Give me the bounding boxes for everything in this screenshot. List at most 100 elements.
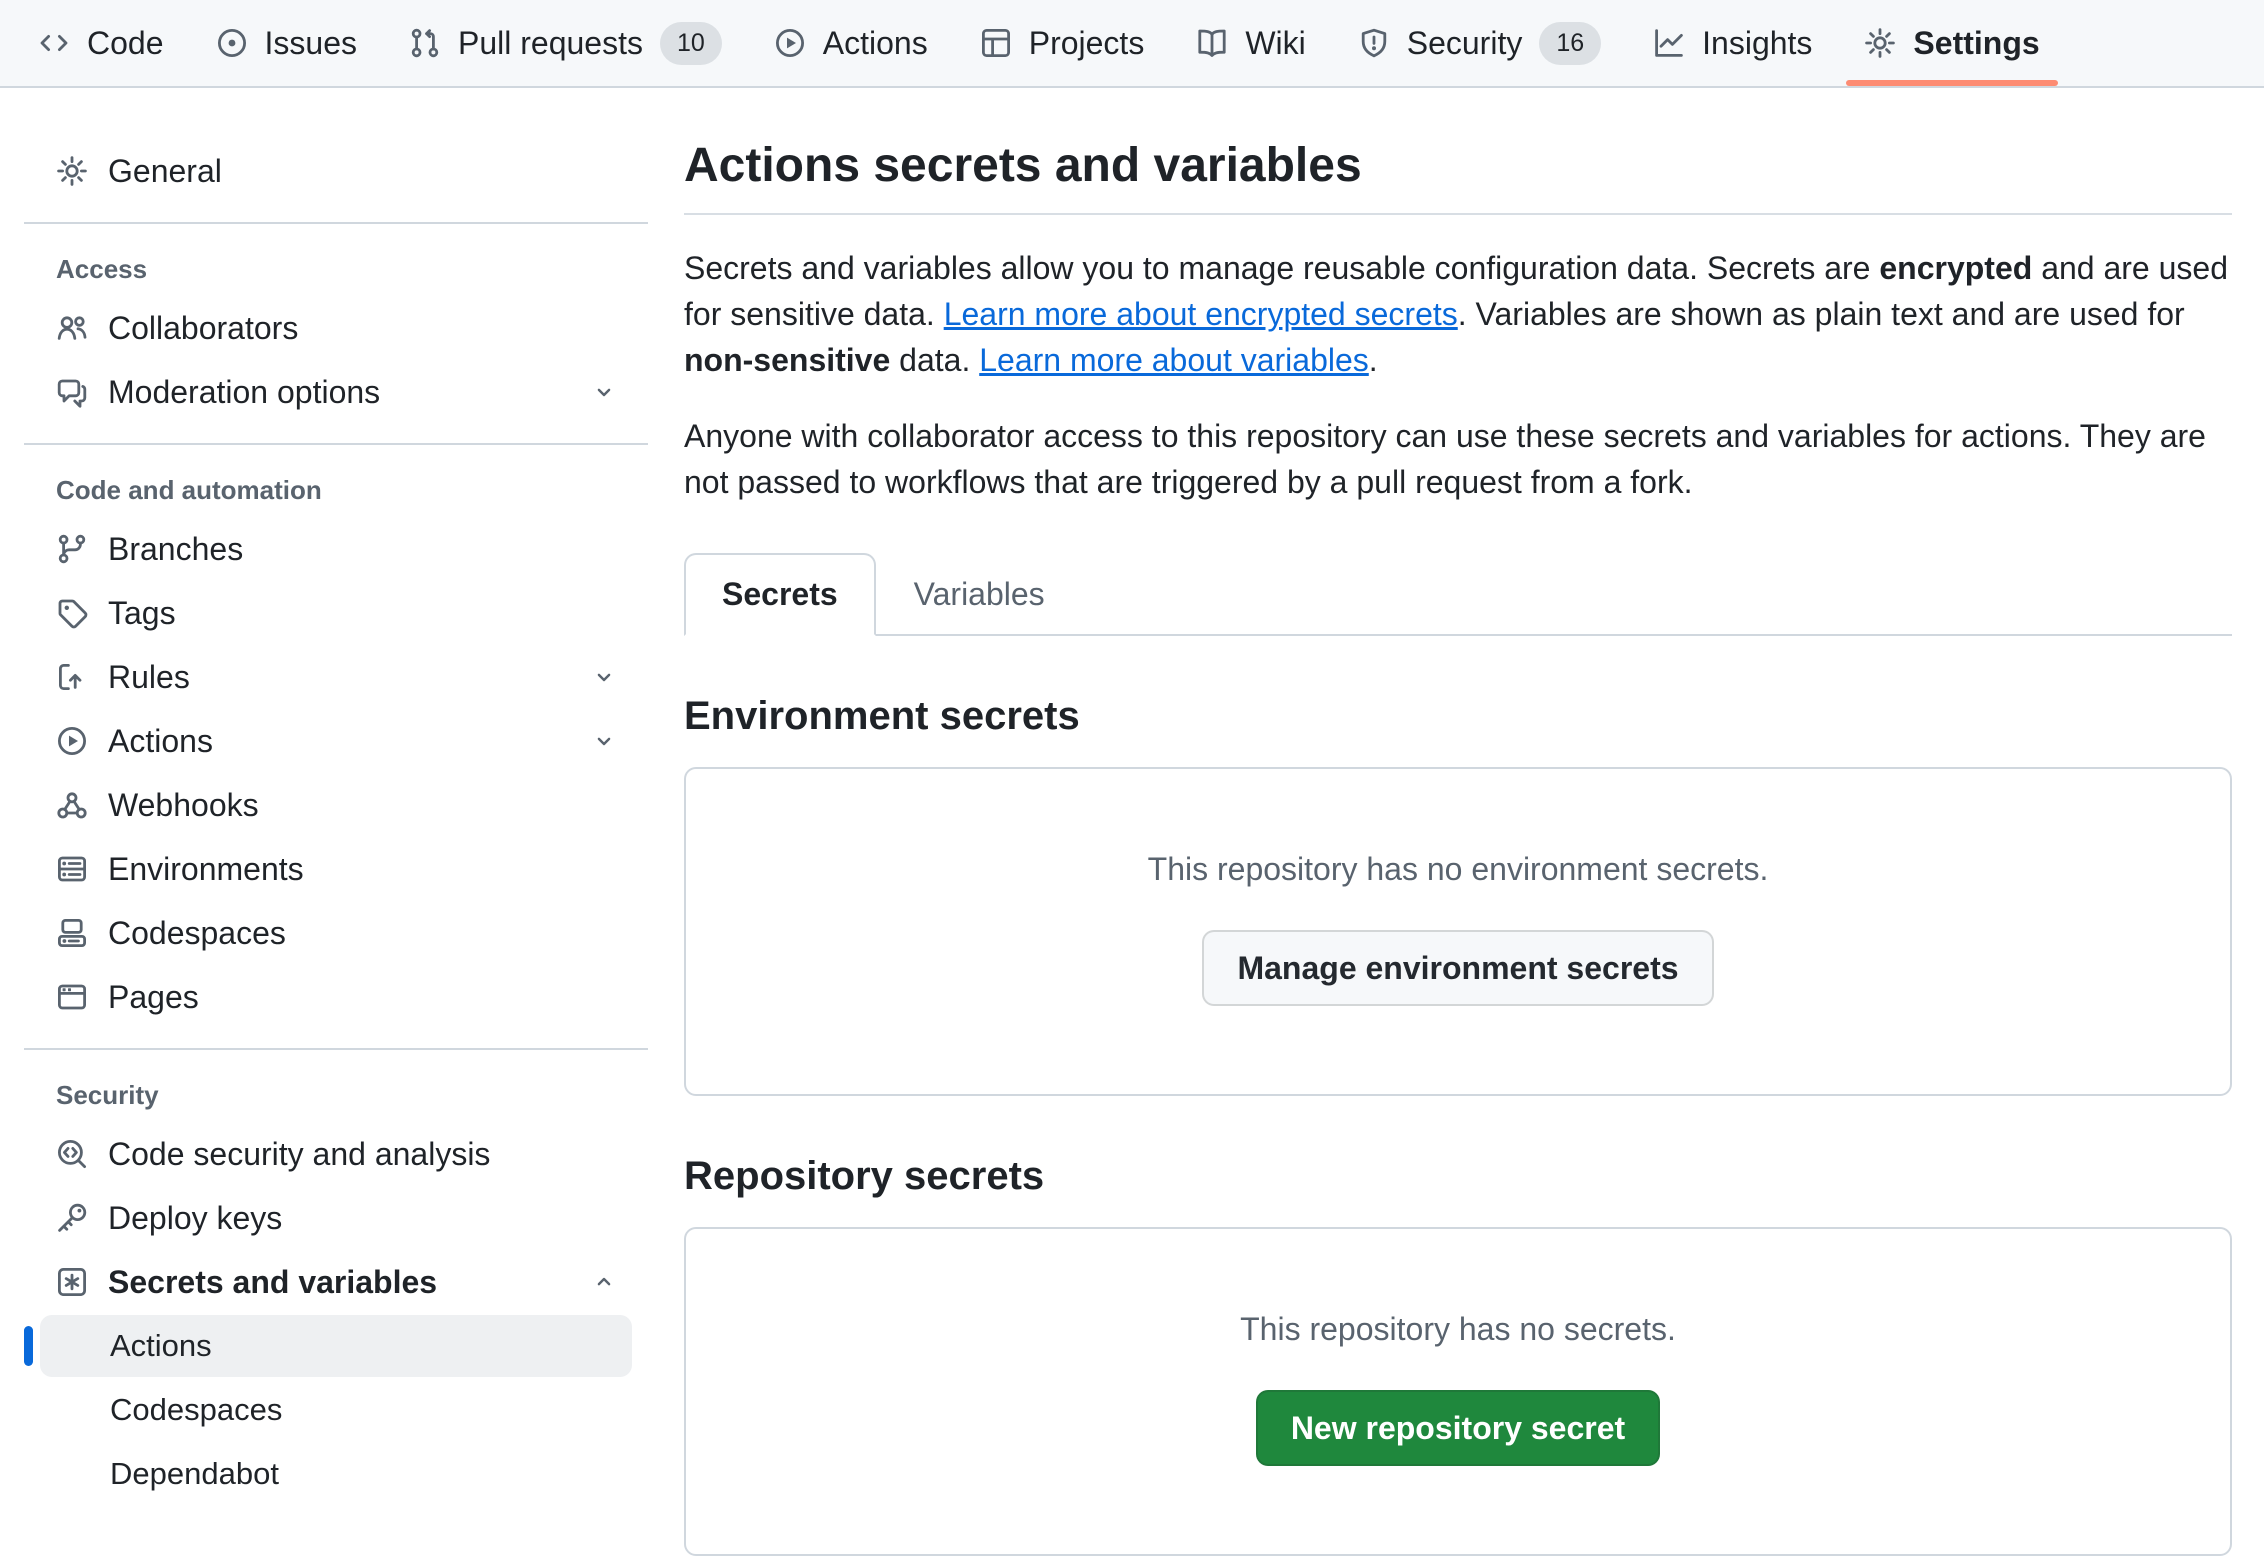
intro-text: . xyxy=(1369,342,1378,378)
environment-secrets-empty-box: This repository has no environment secre… xyxy=(684,767,2232,1096)
sidebar-item-label: General xyxy=(108,153,222,190)
sidebar-item-branches[interactable]: Branches xyxy=(40,518,632,580)
comment-discussion-icon xyxy=(56,376,88,408)
secrets-variables-tabnav: Secrets Variables xyxy=(684,553,2232,636)
sidebar-divider xyxy=(24,1048,648,1050)
sidebar-item-rules[interactable]: Rules xyxy=(40,646,632,708)
sidebar-item-environments[interactable]: Environments xyxy=(40,838,632,900)
link-learn-more-variables[interactable]: Learn more about variables xyxy=(979,342,1369,378)
sidebar-item-label: Deploy keys xyxy=(108,1200,282,1237)
environment-secrets-empty-text: This repository has no environment secre… xyxy=(726,851,2190,888)
gear-icon xyxy=(56,155,88,187)
sidebar-item-moderation-options[interactable]: Moderation options xyxy=(40,361,632,423)
security-count-badge: 16 xyxy=(1539,22,1601,65)
server-icon xyxy=(56,853,88,885)
sidebar-divider xyxy=(24,443,648,445)
browser-icon xyxy=(56,981,88,1013)
git-pull-request-icon xyxy=(409,27,441,59)
sidebar-item-collaborators[interactable]: Collaborators xyxy=(40,297,632,359)
repository-secrets-heading: Repository secrets xyxy=(684,1154,2232,1199)
graph-icon xyxy=(1653,27,1685,59)
tab-label: Insights xyxy=(1702,25,1812,62)
tab-insights[interactable]: Insights xyxy=(1629,0,1836,86)
gear-icon xyxy=(1864,27,1896,59)
sidebar-item-label: Dependabot xyxy=(110,1456,279,1492)
sidebar-item-label: Webhooks xyxy=(108,787,259,824)
sidebar-item-label: Code security and analysis xyxy=(108,1136,490,1173)
intro-paragraph: Secrets and variables allow you to manag… xyxy=(684,245,2232,383)
new-repository-secret-button[interactable]: New repository secret xyxy=(1256,1390,1660,1466)
tab-wiki[interactable]: Wiki xyxy=(1172,0,1329,86)
sidebar-item-label: Tags xyxy=(108,595,176,632)
sidebar-subitem-codespaces[interactable]: Codespaces xyxy=(40,1379,632,1441)
chevron-down-icon xyxy=(592,729,616,753)
book-icon xyxy=(1196,27,1228,59)
tab-projects[interactable]: Projects xyxy=(956,0,1169,86)
table-icon xyxy=(980,27,1012,59)
tab-label: Wiki xyxy=(1245,25,1305,62)
asterisk-box-icon xyxy=(56,1266,88,1298)
manage-environment-secrets-button[interactable]: Manage environment secrets xyxy=(1202,930,1713,1006)
tab-label: Security xyxy=(1407,25,1523,62)
link-learn-more-encrypted-secrets[interactable]: Learn more about encrypted secrets xyxy=(944,296,1458,332)
sidebar-item-webhooks[interactable]: Webhooks xyxy=(40,774,632,836)
tab-settings[interactable]: Settings xyxy=(1840,0,2063,86)
intro-text: Secrets and variables allow you to manag… xyxy=(684,250,1879,286)
sidebar-item-code-security-analysis[interactable]: Code security and analysis xyxy=(40,1123,632,1185)
intro-text: data. xyxy=(890,342,979,378)
code-icon xyxy=(38,27,70,59)
tab-variables[interactable]: Variables xyxy=(876,553,1083,636)
tab-security[interactable]: Security 16 xyxy=(1334,0,1625,86)
settings-main-content: Actions secrets and variables Secrets an… xyxy=(684,88,2232,1556)
codespaces-icon xyxy=(56,917,88,949)
sidebar-section-access: Access xyxy=(40,254,632,285)
tab-actions[interactable]: Actions xyxy=(750,0,952,86)
tab-issues[interactable]: Issues xyxy=(192,0,381,86)
intro-text: . Variables are shown as plain text and … xyxy=(1458,296,2185,332)
chevron-down-icon xyxy=(592,380,616,404)
tab-label: Pull requests xyxy=(458,25,643,62)
key-icon xyxy=(56,1202,88,1234)
sidebar-item-label: Pages xyxy=(108,979,199,1016)
sidebar-item-actions[interactable]: Actions xyxy=(40,710,632,772)
tab-label: Settings xyxy=(1913,25,2039,62)
intro-bold-non-sensitive: non-sensitive xyxy=(684,342,890,378)
repository-secrets-empty-text: This repository has no secrets. xyxy=(726,1311,2190,1348)
tab-label: Actions xyxy=(823,25,928,62)
shield-icon xyxy=(1358,27,1390,59)
collaborator-access-paragraph: Anyone with collaborator access to this … xyxy=(684,413,2232,505)
repository-secrets-empty-box: This repository has no secrets. New repo… xyxy=(684,1227,2232,1556)
sidebar-item-label: Branches xyxy=(108,531,243,568)
sidebar-item-tags[interactable]: Tags xyxy=(40,582,632,644)
sidebar-item-label: Environments xyxy=(108,851,304,888)
tab-label: Code xyxy=(87,25,164,62)
sidebar-subitem-dependabot[interactable]: Dependabot xyxy=(40,1443,632,1505)
environment-secrets-heading: Environment secrets xyxy=(684,694,2232,739)
sidebar-item-label: Moderation options xyxy=(108,374,380,411)
tab-label: Issues xyxy=(265,25,357,62)
play-icon xyxy=(774,27,806,59)
sidebar-item-codespaces[interactable]: Codespaces xyxy=(40,902,632,964)
tab-pull-requests[interactable]: Pull requests 10 xyxy=(385,0,746,86)
sidebar-divider xyxy=(24,222,648,224)
tab-code[interactable]: Code xyxy=(14,0,188,86)
sidebar-item-label: Actions xyxy=(108,723,213,760)
sidebar-item-secrets-and-variables[interactable]: Secrets and variables xyxy=(40,1251,632,1313)
issue-opened-icon xyxy=(216,27,248,59)
sidebar-item-deploy-keys[interactable]: Deploy keys xyxy=(40,1187,632,1249)
pull-requests-count-badge: 10 xyxy=(660,22,722,65)
sidebar-item-pages[interactable]: Pages xyxy=(40,966,632,1028)
people-icon xyxy=(56,312,88,344)
chevron-up-icon xyxy=(592,1270,616,1294)
tab-secrets[interactable]: Secrets xyxy=(684,553,876,636)
sidebar-item-label: Codespaces xyxy=(108,915,286,952)
sidebar-item-general[interactable]: General xyxy=(40,140,632,202)
chevron-down-icon xyxy=(592,665,616,689)
tab-label: Projects xyxy=(1029,25,1145,62)
webhook-icon xyxy=(56,789,88,821)
page-title: Actions secrets and variables xyxy=(684,138,2232,215)
tag-icon xyxy=(56,597,88,629)
sidebar-subitem-actions[interactable]: Actions xyxy=(40,1315,632,1377)
sidebar-item-label: Collaborators xyxy=(108,310,298,347)
sidebar-section-security: Security xyxy=(40,1080,632,1111)
